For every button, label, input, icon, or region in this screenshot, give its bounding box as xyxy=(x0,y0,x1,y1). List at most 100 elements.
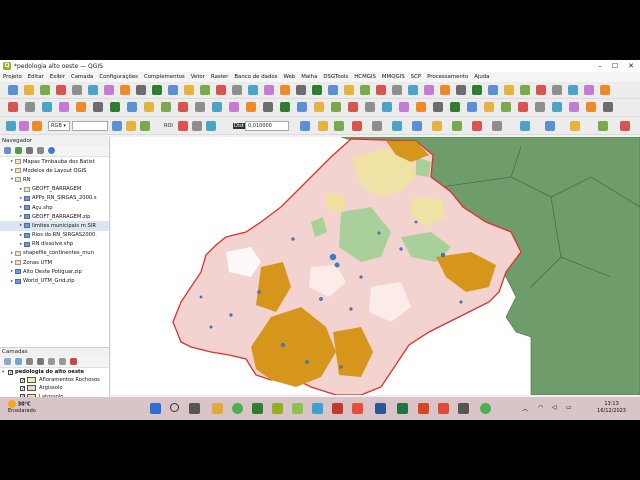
toolbar-button-icon[interactable] xyxy=(216,85,226,95)
filter-legend-icon[interactable] xyxy=(37,358,44,365)
toolbar-button-icon[interactable] xyxy=(72,85,82,95)
toolbar-button-icon[interactable] xyxy=(168,85,178,95)
manage-map-themes-icon[interactable] xyxy=(26,358,33,365)
toolbar-button-icon[interactable] xyxy=(416,102,426,112)
browser-item[interactable]: ▸ Modelos de Layout QGIS xyxy=(0,166,109,175)
toolbar-button-icon[interactable] xyxy=(232,85,242,95)
menu-malha[interactable]: Malha xyxy=(298,74,320,80)
band-combo[interactable] xyxy=(72,121,108,131)
menu-scp[interactable]: SCP xyxy=(408,74,424,80)
scp-tool-icon[interactable] xyxy=(492,121,502,131)
toolbar-button-icon[interactable] xyxy=(331,102,341,112)
app-icon-3[interactable] xyxy=(292,403,303,414)
app-icon-5[interactable] xyxy=(352,403,363,414)
toolbar-button-icon[interactable] xyxy=(450,102,460,112)
menu-dsgtools[interactable]: DSGTools xyxy=(320,74,351,80)
browser-item[interactable]: ▸ APPs_RN_SIRGAS_2000.s xyxy=(0,194,109,203)
toolbar-button-icon[interactable] xyxy=(520,85,530,95)
layer-style-icon[interactable] xyxy=(4,358,11,365)
toolbar-button-icon[interactable] xyxy=(200,85,210,95)
scp-tool-icon[interactable] xyxy=(318,121,328,131)
start-icon[interactable] xyxy=(150,403,161,414)
collapse-all-icon[interactable] xyxy=(37,147,44,154)
scp-tool-icon[interactable] xyxy=(140,121,150,131)
toolbar-button-icon[interactable] xyxy=(280,85,290,95)
filter-icon[interactable] xyxy=(26,147,33,154)
scp-tool-icon[interactable] xyxy=(472,121,482,131)
browser-item[interactable]: ▸ RN dissolve.shp xyxy=(0,240,109,249)
toolbar-button-icon[interactable] xyxy=(467,102,477,112)
dist-input[interactable]: 0,010000 xyxy=(245,121,289,131)
toolbar-button-icon[interactable] xyxy=(392,85,402,95)
toolbar-button-icon[interactable] xyxy=(603,102,613,112)
toolbar-button-icon[interactable] xyxy=(297,102,307,112)
menu-camada[interactable]: Camada xyxy=(68,74,96,80)
menu-web[interactable]: Web xyxy=(280,74,298,80)
scp-tool-icon[interactable] xyxy=(192,121,202,131)
properties-icon[interactable] xyxy=(48,147,55,154)
toolbar-button-icon[interactable] xyxy=(42,102,52,112)
toolbar-button-icon[interactable] xyxy=(6,121,16,131)
browser-item[interactable]: ▾ RN xyxy=(0,175,109,184)
menu-projeto[interactable]: Projeto xyxy=(0,74,25,80)
menu-exibir[interactable]: Exibir xyxy=(47,74,68,80)
browser-item[interactable]: ▸ Zonas UTM xyxy=(0,258,109,267)
browser-item[interactable]: ▸ Alto Oeste Potiguar.zip xyxy=(0,267,109,276)
toolbar-button-icon[interactable] xyxy=(40,85,50,95)
toolbar-button-icon[interactable] xyxy=(59,102,69,112)
remove-layer-icon[interactable] xyxy=(70,358,77,365)
scp-tool-icon[interactable] xyxy=(112,121,122,131)
weather-widget[interactable]: 30°C Ensolarado xyxy=(8,400,36,414)
toolbar-button-icon[interactable] xyxy=(152,85,162,95)
browser-item[interactable]: ▸ Açu.shp xyxy=(0,203,109,212)
qgis-taskbar-icon[interactable] xyxy=(272,403,283,414)
clock[interactable]: 13:13 16/12/2023 xyxy=(597,401,626,415)
maximize-icon[interactable]: ☐ xyxy=(612,62,618,70)
volume-icon[interactable]: ◁ xyxy=(552,404,557,411)
toolbar-button-icon[interactable] xyxy=(484,102,494,112)
toolbar-button-icon[interactable] xyxy=(248,85,258,95)
toolbar-button-icon[interactable] xyxy=(424,85,434,95)
menu-hcmgis[interactable]: HCMGIS xyxy=(351,74,379,80)
app-icon-7[interactable] xyxy=(458,403,469,414)
toolbar-button-icon[interactable] xyxy=(600,85,610,95)
toolbar-button-icon[interactable] xyxy=(120,85,130,95)
tray-chevron-icon[interactable]: ︿ xyxy=(522,404,528,413)
toolbar-button-icon[interactable] xyxy=(296,85,306,95)
scp-tool-icon[interactable] xyxy=(206,121,216,131)
scp-tool-icon[interactable] xyxy=(372,121,382,131)
toolbar-button-icon[interactable] xyxy=(76,102,86,112)
toolbar-button-icon[interactable] xyxy=(348,102,358,112)
scp-tool-icon[interactable] xyxy=(126,121,136,131)
legend-checkbox[interactable]: ✓ xyxy=(20,385,25,391)
toolbar-button-icon[interactable] xyxy=(365,102,375,112)
toolbar-button-icon[interactable] xyxy=(229,102,239,112)
toolbar-button-icon[interactable] xyxy=(535,102,545,112)
chrome-icon-2[interactable] xyxy=(480,403,491,414)
toolbar-button-icon[interactable] xyxy=(314,102,324,112)
toolbar-button-icon[interactable] xyxy=(8,102,18,112)
scp-tool-icon[interactable] xyxy=(520,121,530,131)
browser-item[interactable]: ▸ GEOFT_BARRAGEM.zip xyxy=(0,212,109,221)
toolbar-button-icon[interactable] xyxy=(328,85,338,95)
menu-banco-de-dados[interactable]: Banco de dados xyxy=(231,74,280,80)
toolbar-button-icon[interactable] xyxy=(376,85,386,95)
scp-tool-icon[interactable] xyxy=(432,121,442,131)
toolbar-button-icon[interactable] xyxy=(136,85,146,95)
scp-tool-icon[interactable] xyxy=(598,121,608,131)
menu-configuracoes[interactable]: Configurações xyxy=(96,74,141,80)
browser-item[interactable]: ▸ World_UTM_Grid.zip xyxy=(0,276,109,285)
edge-icon[interactable] xyxy=(312,403,323,414)
app-icon-4[interactable] xyxy=(332,403,343,414)
toolbar-button-icon[interactable] xyxy=(110,102,120,112)
scp-tool-icon[interactable] xyxy=(620,121,630,131)
browser-item[interactable]: ▸ limites municipais rn SIR xyxy=(0,221,109,231)
scp-tool-icon[interactable] xyxy=(452,121,462,131)
toolbar-button-icon[interactable] xyxy=(19,121,29,131)
toolbar-button-icon[interactable] xyxy=(280,102,290,112)
toolbar-button-icon[interactable] xyxy=(504,85,514,95)
toolbar-button-icon[interactable] xyxy=(178,102,188,112)
refresh-icon[interactable] xyxy=(15,147,22,154)
minimize-icon[interactable]: – xyxy=(598,62,602,70)
map-svg[interactable] xyxy=(111,137,640,395)
